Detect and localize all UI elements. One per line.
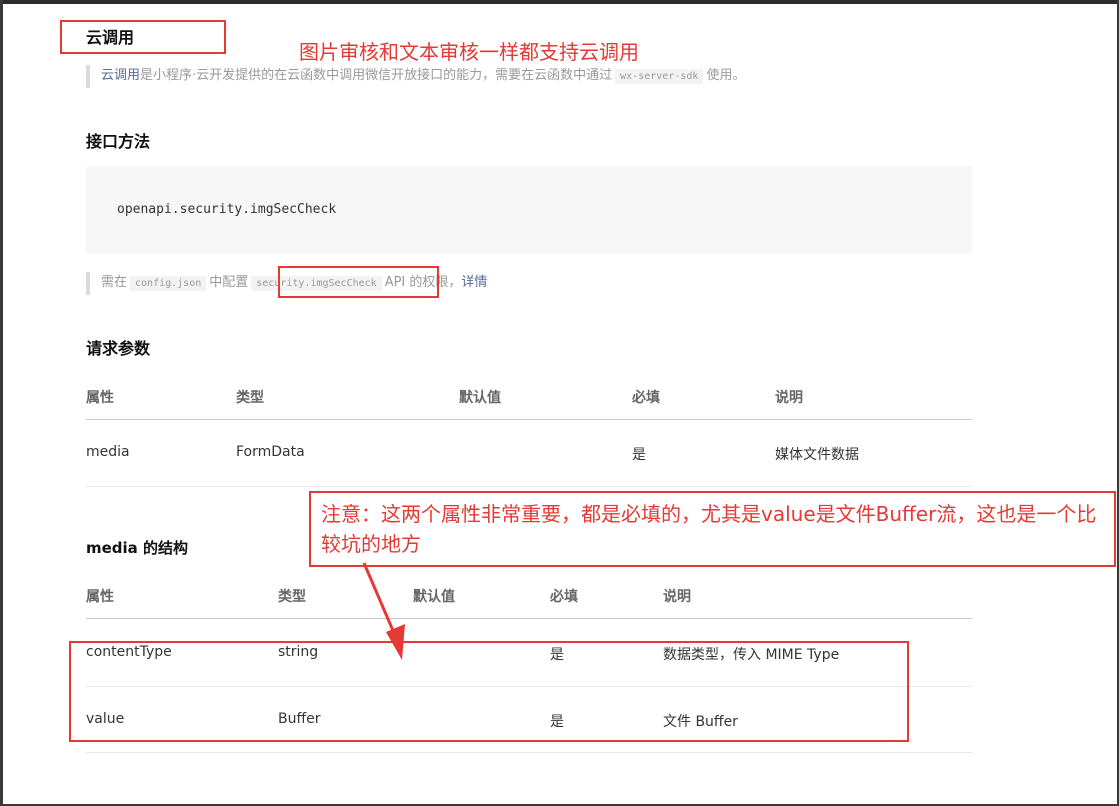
annotation-arrow-head	[386, 624, 405, 660]
annotation-arrow	[362, 562, 405, 660]
annotation-arrow-line	[362, 562, 399, 641]
